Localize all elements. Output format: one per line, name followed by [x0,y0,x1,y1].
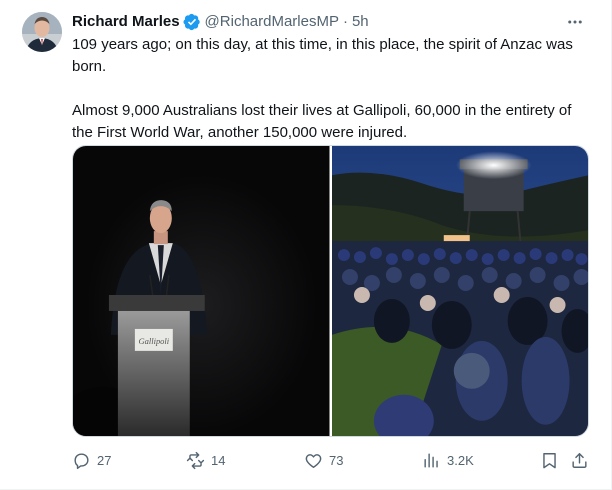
avatar-image [22,12,62,52]
bookmark-icon [543,452,556,468]
tweet-paragraph-2: Almost 9,000 Australians lost their live… [72,102,572,141]
header-separator: · [342,13,348,30]
tweet-actions: 27 14 73 3.2K [72,448,590,472]
tweet-paragraph-1: 109 years ago; on this day, at this time… [72,36,573,75]
views-button[interactable]: 3.2K [422,448,474,472]
lectern-sign-text: Gallipoli [139,336,170,346]
more-options-icon[interactable] [565,12,585,32]
views-icon [424,452,438,468]
like-button[interactable]: 73 [304,448,343,472]
tweet[interactable]: Richard Marles @RichardMarlesMP · 5h 109… [0,0,612,490]
reply-icon [74,452,89,469]
photo-crowd-at-service[interactable] [331,146,588,436]
retweet-icon [186,451,205,469]
avatar[interactable] [22,12,62,52]
retweet-count: 14 [211,452,226,468]
verified-badge-icon[interactable] [183,13,201,31]
reply-button[interactable]: 27 [72,448,111,472]
bookmark-button[interactable] [540,448,559,472]
reply-count: 27 [97,452,112,468]
media-grid: Gallipoli [72,145,589,437]
author-name[interactable]: Richard Marles [72,12,180,32]
tweet-timestamp[interactable]: 5h [352,12,369,32]
heart-icon [305,453,322,468]
photo-speaker-at-lectern[interactable]: Gallipoli [73,146,330,436]
retweet-button[interactable]: 14 [186,448,225,472]
like-count: 73 [329,452,344,468]
share-icon [572,452,587,468]
tweet-text: 109 years ago; on this day, at this time… [72,34,592,144]
tweet-header: Richard Marles @RichardMarlesMP · 5h [72,12,591,32]
share-button[interactable] [570,448,589,472]
views-count: 3.2K [447,452,474,468]
author-handle[interactable]: @RichardMarlesMP [205,12,339,32]
